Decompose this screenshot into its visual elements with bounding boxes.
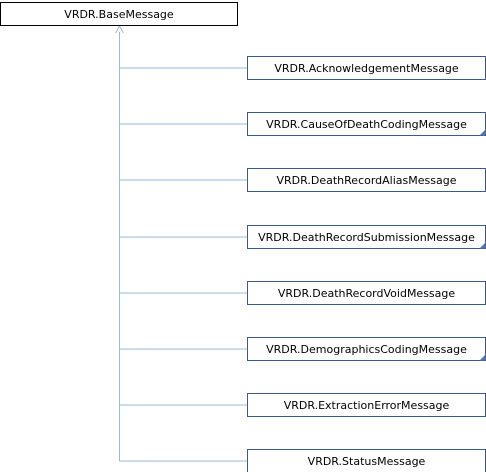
derived-class-node[interactable]: VRDR.ExtractionErrorMessage [247,393,486,417]
derived-class-label: VRDR.DemographicsCodingMessage [266,343,467,356]
derived-class-label: VRDR.StatusMessage [308,455,426,468]
derived-class-node[interactable]: VRDR.StatusMessage [247,449,486,472]
derived-class-label: VRDR.AcknowledgementMessage [274,62,459,75]
derived-class-node[interactable]: VRDR.DeathRecordSubmissionMessage [247,225,486,249]
base-class-label: VRDR.BaseMessage [64,8,174,21]
derived-class-node[interactable]: VRDR.AcknowledgementMessage [247,56,486,80]
inheritance-diagram: VRDR.BaseMessage VRDR.AcknowledgementMes… [0,2,486,472]
inheritance-connectors [115,24,248,462]
derived-class-nodes: VRDR.AcknowledgementMessage VRDR.CauseOfD… [247,56,486,472]
derived-class-label: VRDR.ExtractionErrorMessage [284,399,450,412]
derived-class-node[interactable]: VRDR.DeathRecordAliasMessage [247,168,486,192]
inheritance-arrow-icon [115,24,124,34]
derived-class-label: VRDR.DeathRecordSubmissionMessage [258,231,475,244]
derived-class-label: VRDR.CauseOfDeathCodingMessage [266,118,467,131]
base-class-node[interactable]: VRDR.BaseMessage [0,2,238,26]
derived-class-node[interactable]: VRDR.CauseOfDeathCodingMessage [247,112,486,136]
derived-class-node[interactable]: VRDR.DemographicsCodingMessage [247,337,486,361]
derived-class-label: VRDR.DeathRecordVoidMessage [278,287,456,300]
derived-class-node[interactable]: VRDR.DeathRecordVoidMessage [247,281,486,305]
derived-class-label: VRDR.DeathRecordAliasMessage [277,174,457,187]
